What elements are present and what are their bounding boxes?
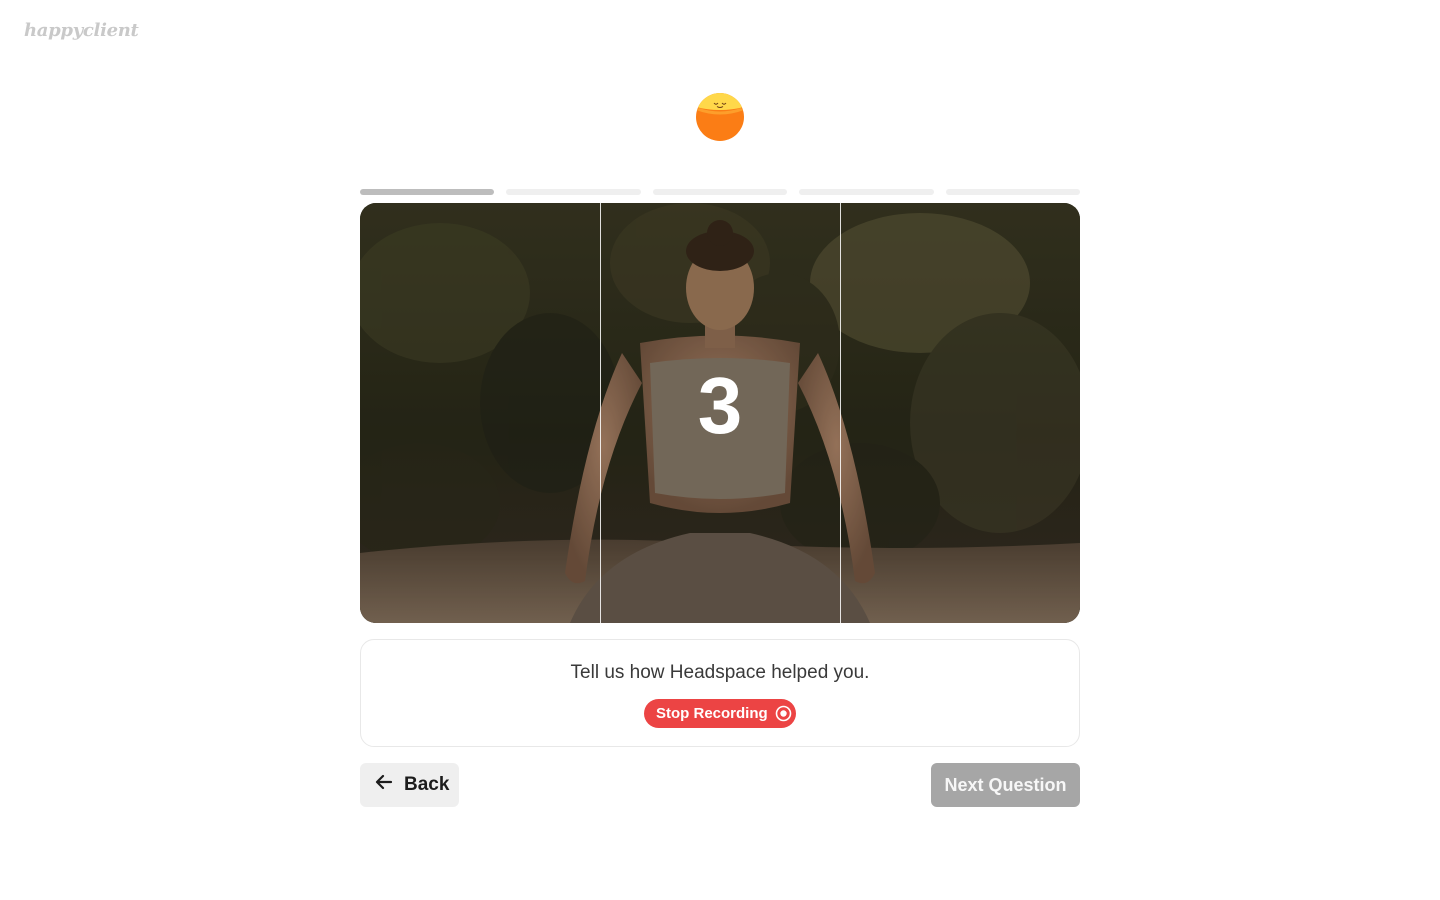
next-question-button[interactable]: Next Question (931, 763, 1080, 807)
countdown-number: 3 (697, 361, 743, 450)
stop-recording-button[interactable]: Stop Recording (644, 699, 796, 728)
question-text: Tell us how Headspace helped you. (570, 662, 870, 683)
progress-segment-3 (652, 189, 788, 195)
question-card: Tell us how Headspace helped you. Stop R… (360, 639, 1080, 747)
stop-recording-label: Stop Recording (656, 705, 768, 722)
back-button[interactable]: Back (360, 763, 459, 807)
progress-segment-2 (506, 189, 641, 195)
progress-segment-4 (799, 189, 934, 195)
arrow-left-icon (374, 772, 394, 798)
sunset-avatar-icon (696, 93, 744, 141)
back-label: Back (404, 774, 450, 795)
progress-segment-5 (945, 189, 1081, 195)
question-progress (360, 189, 1081, 195)
progress-segment-1 (360, 189, 495, 195)
brand-logo: happyclient (24, 20, 139, 41)
record-icon (775, 705, 792, 722)
video-preview: 3 (360, 203, 1080, 623)
